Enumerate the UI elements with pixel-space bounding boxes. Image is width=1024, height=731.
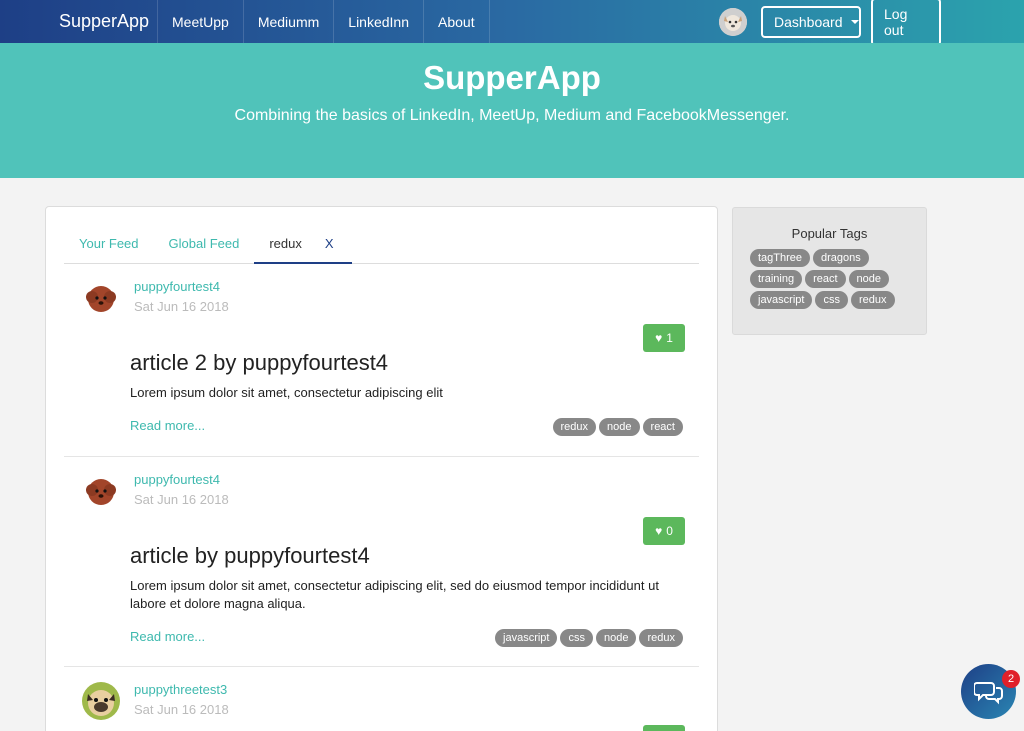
nav-link-linkedinn[interactable]: LinkedInn (334, 0, 424, 43)
chat-bubbles-icon (973, 681, 1003, 704)
logout-button[interactable]: Log out (871, 0, 941, 46)
author-avatar[interactable] (82, 279, 120, 317)
article-title[interactable]: article by puppyfourtest4 (130, 543, 370, 569)
like-button[interactable]: ♥ 0 (643, 517, 685, 545)
tag-pill[interactable]: node (599, 418, 640, 436)
read-more-link[interactable]: Read more... (130, 629, 205, 644)
read-more-link[interactable]: Read more... (130, 418, 205, 433)
nav-link-mediumm[interactable]: Mediumm (244, 0, 335, 43)
like-count: 0 (666, 524, 673, 538)
tag-pill[interactable]: css (815, 291, 848, 309)
author-link[interactable]: puppythreetest3 (134, 682, 227, 697)
tag-pill[interactable]: node (848, 270, 890, 288)
tab-close-button[interactable]: X (316, 224, 352, 264)
article-description: Lorem ipsum dolor sit amet, consectetur … (130, 385, 443, 400)
tag-pill[interactable]: dragons (813, 249, 869, 267)
tag-pill[interactable]: css (560, 629, 593, 647)
user-avatar[interactable] (719, 7, 747, 36)
tab-global-feed[interactable]: Global Feed (154, 224, 255, 264)
tag-pill[interactable]: react (805, 270, 846, 288)
tag-pill[interactable]: node (595, 629, 637, 647)
feed-tabs: Your Feed Global Feed redux X (64, 224, 699, 264)
author-link[interactable]: puppyfourtest4 (134, 279, 220, 294)
tag-pill[interactable]: tagThree (750, 249, 811, 267)
article-description: Lorem ipsum dolor sit amet, consectetur … (130, 578, 659, 611)
nav-link-about[interactable]: About (424, 0, 490, 43)
article-preview: puppythreetest3 Sat Jun 16 2018 (64, 667, 699, 731)
hero-title: SupperApp (423, 59, 601, 96)
article-date: Sat Jun 16 2018 (134, 492, 229, 507)
popular-tags-title: Popular Tags (791, 226, 868, 241)
popular-tags-panel: Popular Tags tagThree dragons training r… (732, 207, 927, 335)
like-count: 1 (666, 331, 673, 345)
caret-down-icon (850, 19, 859, 24)
tab-tag-redux[interactable]: redux (254, 224, 317, 264)
tag-pill[interactable]: training (750, 270, 803, 288)
brand-link[interactable]: SupperApp (0, 0, 158, 43)
tag-pill[interactable]: javascript (495, 629, 558, 647)
like-button[interactable] (643, 725, 685, 731)
heart-icon: ♥ (655, 524, 663, 538)
hero-banner: SupperApp Combining the basics of Linked… (0, 43, 1024, 178)
nav-right-group: Dashboard Log out (719, 0, 1024, 46)
hero-subtitle: Combining the basics of LinkedIn, MeetUp… (234, 107, 790, 124)
tag-pill[interactable]: react (642, 418, 683, 436)
dashboard-label: Dashboard (774, 13, 843, 30)
article-tag-list: javascript css node redux (495, 629, 683, 647)
article-preview: puppyfourtest4 Sat Jun 16 2018 ♥ 0 artic… (64, 457, 699, 667)
tab-your-feed[interactable]: Your Feed (64, 224, 154, 264)
tag-pill[interactable]: redux (850, 291, 895, 309)
author-avatar[interactable] (82, 472, 120, 510)
like-button[interactable]: ♥ 1 (643, 324, 685, 352)
article-date: Sat Jun 16 2018 (134, 299, 229, 314)
feed-card: Your Feed Global Feed redux X puppyfourt… (45, 206, 718, 731)
article-title[interactable]: article 2 by puppyfourtest4 (130, 350, 388, 376)
top-navbar: SupperApp MeetUpp Mediumm LinkedInn Abou… (0, 0, 1024, 46)
article-preview: puppyfourtest4 Sat Jun 16 2018 ♥ 1 artic… (64, 264, 699, 457)
tag-pill[interactable]: redux (639, 629, 683, 647)
nav-link-meetupp[interactable]: MeetUpp (158, 0, 244, 43)
tag-pill[interactable]: javascript (750, 291, 813, 309)
article-tag-list: redux node react (552, 418, 683, 436)
dashboard-dropdown-button[interactable]: Dashboard (761, 5, 861, 38)
heart-icon: ♥ (655, 331, 663, 345)
article-date: Sat Jun 16 2018 (134, 702, 229, 717)
tag-pill[interactable]: redux (552, 418, 597, 436)
author-link[interactable]: puppyfourtest4 (134, 472, 220, 487)
chat-unread-badge: 2 (1002, 670, 1020, 688)
popular-tags-list: tagThree dragons training react node jav… (733, 241, 926, 309)
author-avatar[interactable] (82, 682, 120, 720)
